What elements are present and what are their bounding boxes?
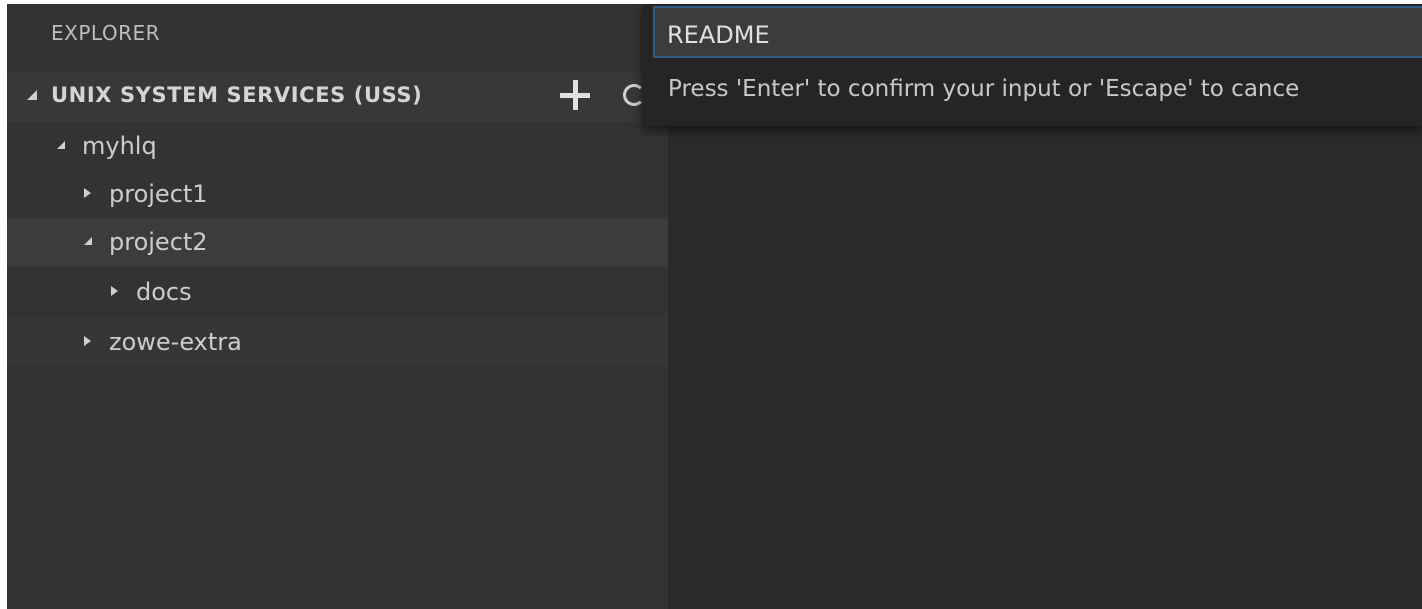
tree-item-zowe-extra[interactable]: zowe-extra <box>7 318 668 366</box>
expanded-arrow-icon <box>57 141 65 149</box>
tree-item-label: project2 <box>109 228 208 256</box>
tree-item-label: myhlq <box>82 132 157 160</box>
uss-section-title: UNIX SYSTEM SERVICES (USS) <box>51 83 423 107</box>
tree-item-docs[interactable]: docs <box>7 268 668 316</box>
explorer-sidebar: EXPLORER UNIX SYSTEM SERVICES (USS) myhl… <box>7 4 668 609</box>
plus-icon[interactable] <box>560 80 590 110</box>
quick-input-message: Press 'Enter' to confirm your input or '… <box>668 76 1300 102</box>
collapsed-arrow-icon <box>84 188 91 198</box>
quick-input-widget: Press 'Enter' to confirm your input or '… <box>643 4 1422 126</box>
tree-item-label: project1 <box>109 180 208 208</box>
quick-input-field[interactable] <box>667 20 1407 50</box>
tree-item-project1[interactable]: project1 <box>7 170 668 218</box>
tree-item-label: zowe-extra <box>109 328 242 356</box>
explorer-title: EXPLORER <box>51 21 160 45</box>
tree-item-project2[interactable]: project2 <box>7 218 668 266</box>
expanded-arrow-icon <box>84 237 92 245</box>
uss-section-header[interactable]: UNIX SYSTEM SERVICES (USS) <box>7 72 668 122</box>
tree-item-myhlq[interactable]: myhlq <box>7 122 668 170</box>
collapsed-arrow-icon <box>111 286 118 296</box>
quick-input-box <box>653 6 1422 58</box>
collapsed-arrow-icon <box>84 336 91 346</box>
refresh-icon[interactable] <box>623 84 645 106</box>
tree-item-label: docs <box>136 278 192 306</box>
expand-arrow-icon <box>27 90 37 100</box>
vscode-window: EXPLORER UNIX SYSTEM SERVICES (USS) myhl… <box>7 4 1422 609</box>
